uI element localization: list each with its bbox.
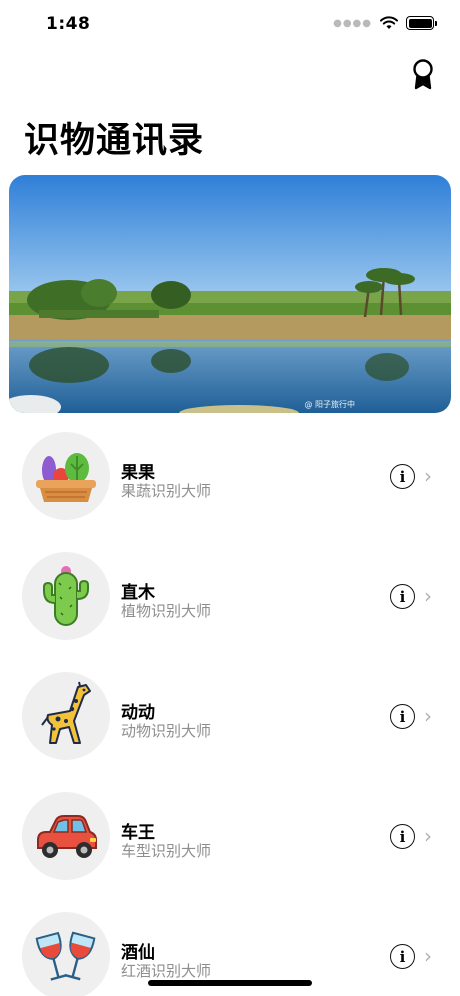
list-item-animals[interactable]: 动动 动物识别大师 i › bbox=[0, 668, 460, 788]
page-title: 识物通讯录 bbox=[24, 121, 205, 161]
wifi-icon bbox=[380, 16, 398, 29]
item-subtitle: 植物识别大师 bbox=[121, 602, 212, 620]
cactus-icon bbox=[43, 566, 89, 626]
item-subtitle: 动物识别大师 bbox=[121, 722, 212, 740]
list-item-cars[interactable]: 车王 车型识别大师 i › bbox=[0, 788, 460, 908]
chevron-right-icon: › bbox=[424, 584, 432, 608]
signal-dots-icon: ●●●● bbox=[333, 17, 372, 29]
chevron-right-icon: › bbox=[424, 824, 432, 848]
battery-icon bbox=[406, 16, 437, 30]
avatar bbox=[22, 792, 110, 880]
chevron-right-icon: › bbox=[424, 704, 432, 728]
banner-watermark: @ 阳子旅行中 bbox=[304, 400, 355, 409]
info-button[interactable]: i bbox=[390, 824, 415, 849]
list-item-fruits[interactable]: 果果 果蔬识别大师 i › bbox=[0, 428, 460, 548]
avatar bbox=[22, 432, 110, 520]
award-button[interactable] bbox=[410, 58, 436, 90]
item-subtitle: 红酒识别大师 bbox=[121, 962, 212, 980]
list-item-plants[interactable]: 直木 植物识别大师 i › bbox=[0, 548, 460, 668]
info-button[interactable]: i bbox=[390, 944, 415, 969]
status-bar: 1:48 ●●●● bbox=[0, 0, 460, 50]
giraffe-icon bbox=[41, 681, 91, 744]
info-button[interactable]: i bbox=[390, 584, 415, 609]
landscape-photo bbox=[9, 175, 451, 413]
chevron-right-icon: › bbox=[424, 944, 432, 968]
banner-image[interactable]: @ 阳子旅行中 bbox=[9, 175, 451, 413]
status-time: 1:48 bbox=[46, 14, 91, 34]
wine-glasses-icon bbox=[35, 931, 96, 981]
assistant-list: 果果 果蔬识别大师 i › 直木 植物识别大师 i › 动动 动物识别大师 i … bbox=[0, 428, 460, 996]
avatar bbox=[22, 912, 110, 996]
status-icons: ●●●● bbox=[333, 16, 437, 30]
item-subtitle: 车型识别大师 bbox=[121, 842, 212, 860]
info-button[interactable]: i bbox=[390, 704, 415, 729]
car-icon bbox=[37, 815, 97, 858]
avatar bbox=[22, 672, 110, 760]
fruit-basket-icon bbox=[36, 453, 96, 502]
award-ribbon-icon bbox=[413, 59, 433, 90]
info-button[interactable]: i bbox=[390, 464, 415, 489]
home-indicator[interactable] bbox=[148, 980, 312, 986]
avatar bbox=[22, 552, 110, 640]
chevron-right-icon: › bbox=[424, 464, 432, 488]
item-subtitle: 果蔬识别大师 bbox=[121, 482, 212, 500]
